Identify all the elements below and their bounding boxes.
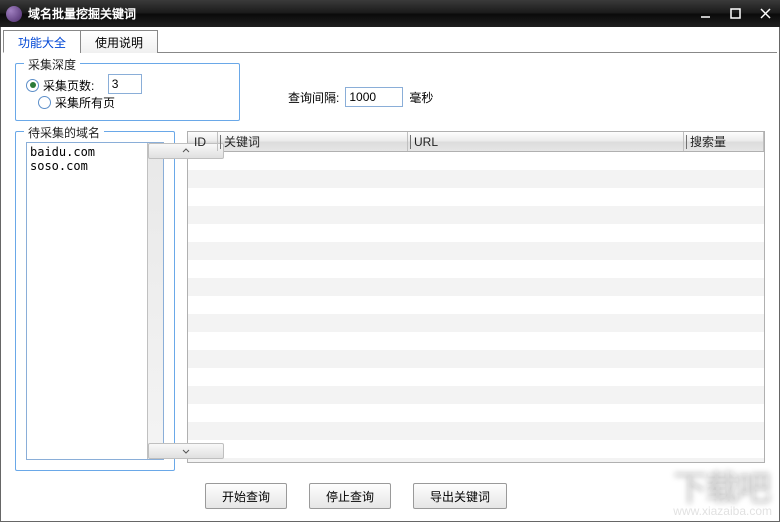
stop-button[interactable]: 停止查询 bbox=[309, 483, 391, 509]
action-buttons: 开始查询 停止查询 导出关键词 bbox=[205, 483, 765, 509]
grid-header: ID 关键词 URL 搜索量 bbox=[188, 132, 764, 152]
titlebar: 域名批量挖掘关键词 bbox=[0, 0, 780, 27]
domain-list-wrap bbox=[26, 142, 164, 460]
radio-icon bbox=[26, 79, 39, 92]
col-keyword[interactable]: 关键词 bbox=[218, 132, 408, 151]
close-button[interactable] bbox=[750, 0, 780, 27]
scroll-down-button[interactable] bbox=[148, 443, 224, 459]
tabstrip: 功能大全 使用说明 bbox=[3, 29, 777, 53]
radio-all-pages-label: 采集所有页 bbox=[55, 94, 115, 111]
domain-textarea[interactable] bbox=[27, 143, 147, 459]
group-depth-legend: 采集深度 bbox=[24, 56, 80, 73]
group-domains: 待采集的域名 bbox=[15, 131, 175, 471]
minimize-button[interactable] bbox=[690, 0, 720, 27]
query-interval-group: 查询间隔: 毫秒 bbox=[288, 87, 433, 107]
maximize-button[interactable] bbox=[720, 0, 750, 27]
radio-page-count-label: 采集页数: bbox=[43, 77, 94, 94]
radio-icon bbox=[38, 96, 51, 109]
window-controls bbox=[690, 0, 780, 27]
group-depth: 采集深度 采集页数: 采集所有页 bbox=[15, 63, 240, 121]
scrollbar[interactable] bbox=[147, 143, 163, 459]
interval-unit: 毫秒 bbox=[409, 89, 433, 106]
start-button[interactable]: 开始查询 bbox=[205, 483, 287, 509]
col-url[interactable]: URL bbox=[408, 132, 684, 151]
radio-page-count[interactable]: 采集页数: bbox=[26, 77, 94, 94]
radio-all-pages[interactable]: 采集所有页 bbox=[38, 94, 115, 111]
interval-label: 查询间隔: bbox=[288, 89, 339, 106]
results-grid: ID 关键词 URL 搜索量 bbox=[187, 131, 765, 463]
app-icon bbox=[6, 6, 22, 22]
window-title: 域名批量挖掘关键词 bbox=[28, 5, 136, 22]
scroll-track[interactable] bbox=[148, 159, 163, 443]
col-id[interactable]: ID bbox=[188, 132, 218, 151]
tab-page-functions: 采集深度 采集页数: 采集所有页 查询间隔: 毫秒 待采集的域名 bbox=[3, 53, 777, 519]
tab-functions[interactable]: 功能大全 bbox=[3, 30, 81, 53]
interval-input[interactable] bbox=[345, 87, 403, 107]
tab-instructions[interactable]: 使用说明 bbox=[80, 30, 158, 53]
client-area: 功能大全 使用说明 采集深度 采集页数: 采集所有页 查询间隔: 毫秒 bbox=[0, 27, 780, 522]
group-domains-legend: 待采集的域名 bbox=[24, 124, 104, 141]
page-count-input[interactable] bbox=[108, 74, 142, 94]
col-volume[interactable]: 搜索量 bbox=[684, 132, 764, 151]
export-button[interactable]: 导出关键词 bbox=[413, 483, 507, 509]
grid-body[interactable] bbox=[188, 152, 764, 462]
